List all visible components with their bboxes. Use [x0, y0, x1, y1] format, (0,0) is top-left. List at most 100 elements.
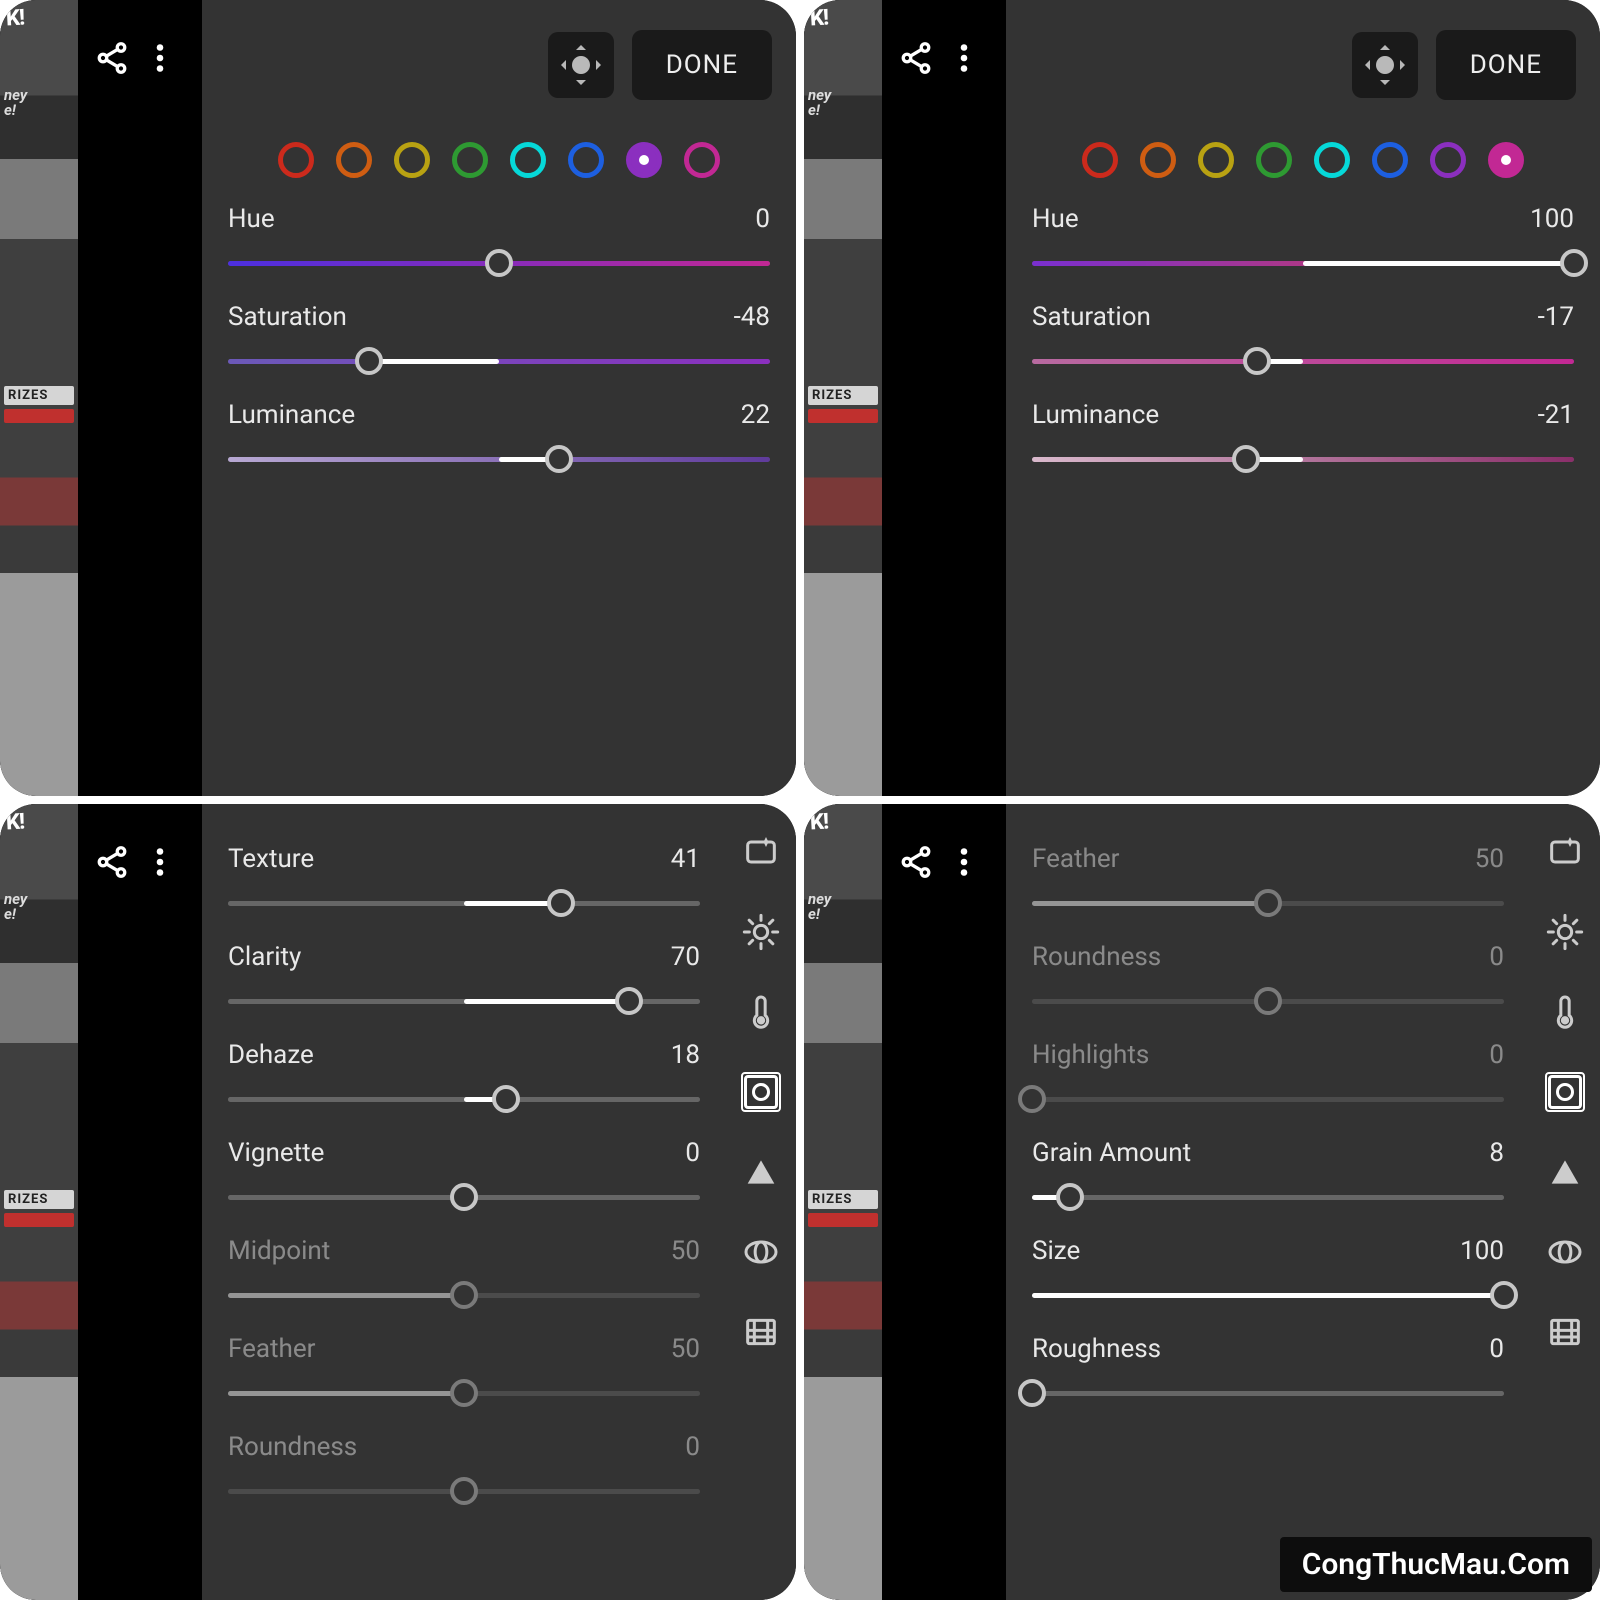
slider-track[interactable]: [228, 1378, 700, 1408]
more-icon[interactable]: [142, 40, 178, 80]
slider-track[interactable]: [1032, 444, 1574, 474]
slider-value: 70: [671, 942, 700, 972]
slider-label: Midpoint: [228, 1236, 330, 1266]
color-swatch-red[interactable]: [278, 142, 314, 178]
pan-drag-button[interactable]: [548, 32, 614, 98]
slider-track[interactable]: [1032, 1378, 1504, 1408]
slider-value: 18: [671, 1040, 700, 1070]
slider-value: 100: [1530, 204, 1574, 234]
tri-tool-icon[interactable]: [1545, 1152, 1585, 1192]
slider-vignette[interactable]: Vignette0: [228, 1138, 700, 1212]
slider-saturation[interactable]: Saturation-17: [1032, 302, 1574, 376]
slider-clarity[interactable]: Clarity 70: [228, 942, 700, 1016]
slider-roundness[interactable]: Roundness0: [228, 1432, 700, 1506]
slider-roughness[interactable]: Roughness0: [1032, 1334, 1504, 1408]
slider-feather[interactable]: Feather50: [228, 1334, 700, 1408]
preview-photo-strip: K!neye!RIZES: [0, 0, 78, 796]
color-swatch-purple[interactable]: [1430, 142, 1466, 178]
slider-track[interactable]: [228, 1084, 700, 1114]
slider-label: Feather: [228, 1334, 315, 1364]
share-icon[interactable]: [94, 844, 130, 884]
color-swatch-green[interactable]: [452, 142, 488, 178]
preview-photo-strip: K!neye!RIZES: [804, 804, 882, 1600]
slider-track[interactable]: [1032, 248, 1574, 278]
slider-texture[interactable]: Texture41: [228, 844, 700, 918]
lens-tool-icon[interactable]: [1545, 1232, 1585, 1272]
slider-track[interactable]: [228, 1182, 700, 1212]
slider-track[interactable]: [1032, 1280, 1504, 1310]
color-swatch-yellow[interactable]: [1198, 142, 1234, 178]
therm-tool-icon[interactable]: [1545, 992, 1585, 1032]
done-button[interactable]: DONE: [632, 30, 772, 100]
color-swatch-orange[interactable]: [1140, 142, 1176, 178]
color-swatch-aqua[interactable]: [1314, 142, 1350, 178]
color-swatch-blue[interactable]: [1372, 142, 1408, 178]
slider-track[interactable]: [1032, 346, 1574, 376]
share-icon[interactable]: [94, 40, 130, 80]
slider-highlights[interactable]: Highlights0: [1032, 1040, 1504, 1114]
slider-dehaze[interactable]: Dehaze18: [228, 1040, 700, 1114]
pan-drag-button[interactable]: [1352, 32, 1418, 98]
slider-track[interactable]: [1032, 888, 1504, 918]
slider-track[interactable]: [228, 444, 770, 474]
tri-tool-icon[interactable]: [741, 1152, 781, 1192]
sun-tool-icon[interactable]: [741, 912, 781, 952]
sun-tool-icon[interactable]: [1545, 912, 1585, 952]
auto-tool-icon[interactable]: [741, 832, 781, 872]
tool-icon-column: [726, 804, 796, 1600]
slider-hue[interactable]: Hue0: [228, 204, 770, 278]
color-swatch-blue[interactable]: [568, 142, 604, 178]
slider-track[interactable]: [228, 1280, 700, 1310]
slider-label: Luminance: [228, 400, 355, 430]
slider-hue[interactable]: Hue100: [1032, 204, 1574, 278]
more-icon[interactable]: [946, 40, 982, 80]
slider-track[interactable]: [1032, 986, 1504, 1016]
color-swatch-orange[interactable]: [336, 142, 372, 178]
slider-midpoint[interactable]: Midpoint 50: [228, 1236, 700, 1310]
color-swatch-purple[interactable]: [626, 142, 662, 178]
effects-tool-icon[interactable]: [741, 1072, 781, 1112]
slider-value: 50: [671, 1236, 700, 1266]
watermark: CongThucMau.Com: [1280, 1537, 1592, 1592]
slider-roundness[interactable]: Roundness0: [1032, 942, 1504, 1016]
share-icon[interactable]: [898, 40, 934, 80]
slider-luminance[interactable]: Luminance22: [228, 400, 770, 474]
slider-label: Texture: [228, 844, 314, 874]
color-swatch-magenta[interactable]: [684, 142, 720, 178]
lens-tool-icon[interactable]: [741, 1232, 781, 1272]
slider-label: Clarity: [228, 942, 301, 972]
slider-value: -48: [734, 302, 770, 332]
auto-tool-icon[interactable]: [1545, 832, 1585, 872]
filmv-tool-icon[interactable]: [741, 1312, 781, 1352]
color-swatch-green[interactable]: [1256, 142, 1292, 178]
color-swatch-red[interactable]: [1082, 142, 1118, 178]
more-icon[interactable]: [946, 844, 982, 884]
slider-track[interactable]: [1032, 1084, 1504, 1114]
slider-label: Grain Amount: [1032, 1138, 1191, 1168]
effects-tool-icon[interactable]: [1545, 1072, 1585, 1112]
slider-track[interactable]: [228, 1476, 700, 1506]
slider-size[interactable]: Size100: [1032, 1236, 1504, 1310]
color-swatch-aqua[interactable]: [510, 142, 546, 178]
slider-track[interactable]: [228, 248, 770, 278]
therm-tool-icon[interactable]: [741, 992, 781, 1032]
slider-track[interactable]: [228, 986, 700, 1016]
slider-track[interactable]: [228, 888, 700, 918]
slider-value: 100: [1460, 1236, 1504, 1266]
screenshot-bl: K!neye!RIZES Texture41 Clarity 70 Dehaze18 Vi…: [0, 804, 796, 1600]
slider-track[interactable]: [1032, 1182, 1504, 1212]
slider-grain-amount[interactable]: Grain Amount8: [1032, 1138, 1504, 1212]
color-swatch-yellow[interactable]: [394, 142, 430, 178]
slider-feather[interactable]: Feather50: [1032, 844, 1504, 918]
preview-photo-strip: K!neye!RIZES: [0, 804, 78, 1600]
slider-luminance[interactable]: Luminance-21: [1032, 400, 1574, 474]
slider-label: Saturation: [228, 302, 347, 332]
color-swatch-magenta[interactable]: [1488, 142, 1524, 178]
done-button[interactable]: DONE: [1436, 30, 1576, 100]
filmv-tool-icon[interactable]: [1545, 1312, 1585, 1352]
share-icon[interactable]: [898, 844, 934, 884]
slider-label: Roughness: [1032, 1334, 1161, 1364]
slider-saturation[interactable]: Saturation -48: [228, 302, 770, 376]
slider-track[interactable]: [228, 346, 770, 376]
more-icon[interactable]: [142, 844, 178, 884]
